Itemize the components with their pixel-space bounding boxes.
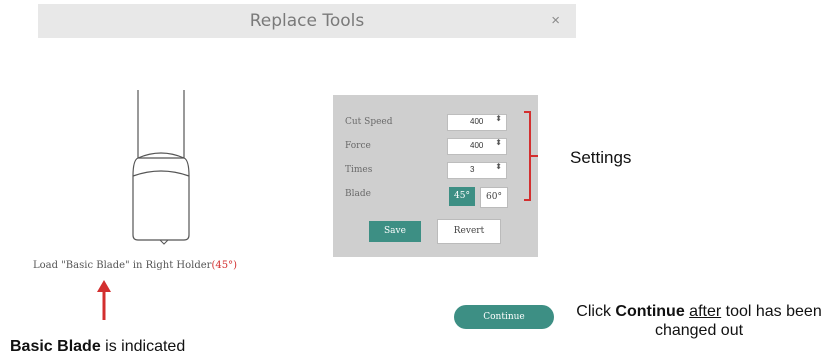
- blade-label: Blade: [345, 189, 371, 199]
- dialog-title: Replace Tools: [249, 11, 365, 31]
- settings-panel: Cut Speed 400 ⬍ Force 400 ⬍ Times 3 ⬍ Bl…: [333, 95, 538, 257]
- cut-speed-label: Cut Speed: [345, 117, 393, 127]
- force-label: Force: [345, 141, 371, 151]
- force-value: 400: [470, 141, 484, 150]
- note-bold: Continue: [615, 303, 685, 320]
- settings-bracket-icon: [524, 111, 538, 201]
- blade-45-button[interactable]: 45°: [449, 187, 475, 206]
- save-button[interactable]: Save: [369, 221, 421, 242]
- blade-60-button[interactable]: 60°: [480, 187, 508, 208]
- load-message-text: Load "Basic Blade" in Right Holder: [33, 260, 212, 271]
- settings-annotation-label: Settings: [570, 148, 632, 167]
- blade-degree-label: (45°): [211, 260, 237, 271]
- force-field[interactable]: 400 ⬍: [447, 138, 507, 155]
- note-underline: after: [689, 303, 722, 320]
- spinner-icon[interactable]: ⬍: [495, 115, 502, 123]
- spinner-icon[interactable]: ⬍: [495, 163, 502, 171]
- arrow-up-icon: [97, 280, 111, 320]
- close-icon[interactable]: ×: [551, 12, 560, 29]
- times-field[interactable]: 3 ⬍: [447, 162, 507, 179]
- caption-text: is indicated: [100, 338, 186, 355]
- annotation-basic-blade: Basic Blade is indicated: [10, 338, 185, 356]
- dialog-titlebar: Replace Tools ×: [38, 4, 576, 38]
- times-value: 3: [470, 165, 475, 174]
- cut-speed-field[interactable]: 400 ⬍: [447, 114, 507, 131]
- blade-holder-icon: [132, 90, 190, 245]
- revert-button[interactable]: Revert: [437, 219, 501, 244]
- cut-speed-value: 400: [470, 117, 484, 126]
- load-blade-message: Load "Basic Blade" in Right Holder(45°): [33, 260, 237, 271]
- continue-button[interactable]: Continue: [454, 305, 554, 329]
- spinner-icon[interactable]: ⬍: [495, 139, 502, 147]
- caption-bold-text: Basic Blade: [10, 338, 101, 355]
- continue-note: Click Continue after tool has been chang…: [566, 302, 832, 340]
- note-prefix: Click: [576, 303, 616, 320]
- times-label: Times: [345, 165, 373, 175]
